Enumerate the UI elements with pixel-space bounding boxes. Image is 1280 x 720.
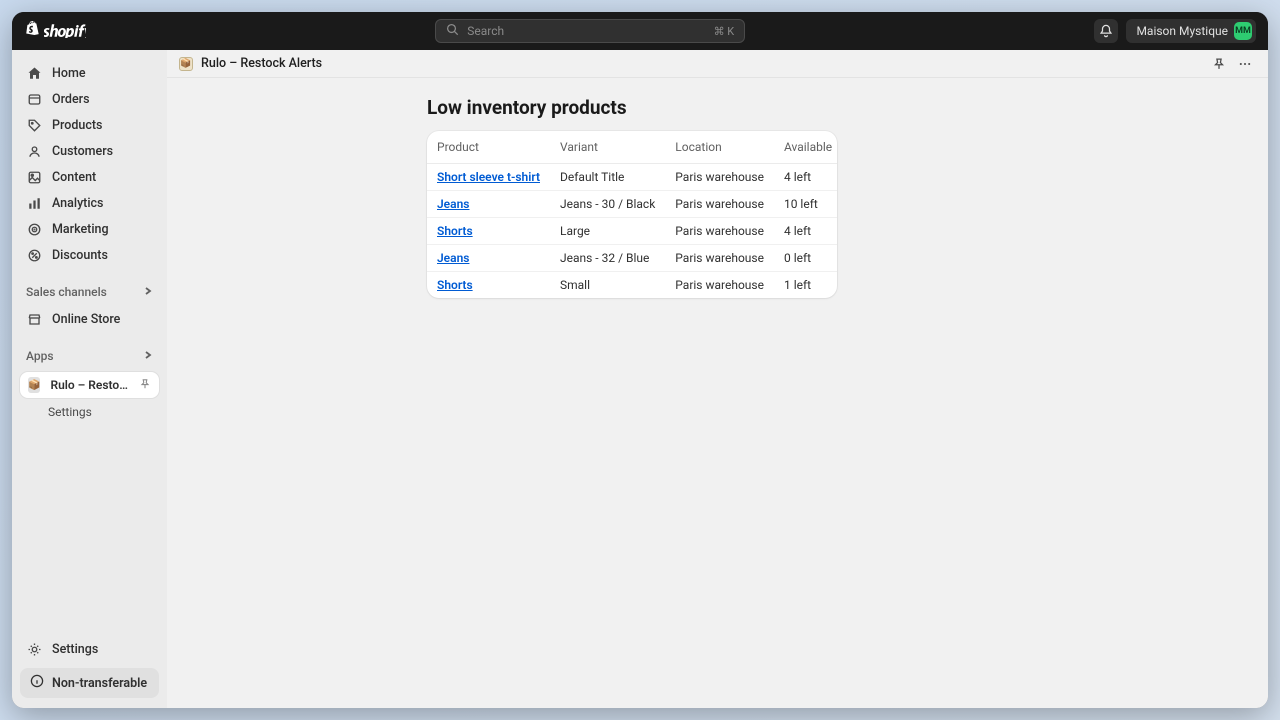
table-row: Short sleeve t-shirt Default TitleParis w…	[427, 164, 837, 191]
products-icon	[26, 117, 42, 133]
chevron-right-icon	[143, 349, 153, 363]
sales-channels-header[interactable]: Sales channels	[12, 278, 167, 306]
table-row: ShortsLargeParis warehouse4 left02/01/20…	[427, 218, 837, 245]
nav-label: Marketing	[52, 222, 109, 237]
nav-label: Orders	[52, 92, 90, 107]
app-icon: 📦	[179, 57, 193, 71]
customers-icon	[26, 143, 42, 159]
col-available: Available	[774, 131, 837, 164]
shopify-logo[interactable]	[24, 21, 86, 41]
product-link[interactable]: Shorts	[437, 224, 473, 238]
sidebar: Home Orders Products Customers Content A…	[12, 50, 167, 708]
more-button[interactable]	[1234, 53, 1256, 75]
content-icon	[26, 169, 42, 185]
info-icon	[30, 674, 44, 692]
nav-label: Analytics	[52, 196, 104, 211]
orders-icon	[26, 91, 42, 107]
table-row: Jeans Jeans - 30 / BlackParis warehouse10…	[427, 191, 837, 218]
store-name: Maison Mystique	[1136, 24, 1228, 38]
inventory-table: Product Variant Location Available Recor…	[427, 131, 837, 298]
nav-home[interactable]: Home	[12, 60, 167, 86]
nav-label: Home	[52, 66, 86, 81]
avatar: MM	[1234, 22, 1252, 40]
cell-available: 4 left	[774, 164, 837, 191]
analytics-icon	[26, 195, 42, 211]
col-location: Location	[665, 131, 774, 164]
cell-available: 10 left	[774, 191, 837, 218]
badge-label: Non-transferable	[52, 676, 147, 691]
table-row: Jeans Jeans - 32 / BlueParis warehouse0 l…	[427, 245, 837, 272]
cell-location: Paris warehouse	[665, 272, 774, 299]
nav-label: Products	[52, 118, 102, 133]
gear-icon	[26, 641, 42, 657]
page-title: Low inventory products	[427, 96, 837, 119]
pin-button[interactable]	[1208, 53, 1230, 75]
section-label: Apps	[26, 349, 54, 363]
app-label: Rulo – Restock Alerts	[50, 378, 129, 392]
nav-products[interactable]: Products	[12, 112, 167, 138]
app-title[interactable]: 📦 Rulo – Restock Alerts	[179, 56, 322, 71]
product-link[interactable]: Jeans	[437, 197, 469, 211]
nav-label: Content	[52, 170, 96, 185]
chevron-right-icon	[143, 285, 153, 299]
product-link[interactable]: Short sleeve t-shirt	[437, 170, 540, 184]
cell-location: Paris warehouse	[665, 191, 774, 218]
search-icon	[446, 23, 459, 39]
home-icon	[26, 65, 42, 81]
nav-discounts[interactable]: Discounts	[12, 242, 167, 268]
search-placeholder: Search	[467, 24, 504, 38]
nav-customers[interactable]: Customers	[12, 138, 167, 164]
table-row: ShortsSmallParis warehouse1 left02/01/20…	[427, 272, 837, 299]
notifications-button[interactable]	[1094, 19, 1118, 43]
product-link[interactable]: Jeans	[437, 251, 469, 265]
pin-icon[interactable]	[139, 378, 151, 393]
marketing-icon	[26, 221, 42, 237]
nav-label: Settings	[52, 642, 98, 657]
nav-settings[interactable]: Settings	[12, 636, 167, 662]
cell-location: Paris warehouse	[665, 245, 774, 272]
nav-label: Discounts	[52, 248, 108, 263]
col-product: Product	[427, 131, 550, 164]
app-content-topbar: 📦 Rulo – Restock Alerts	[167, 50, 1268, 78]
cell-variant: Small	[550, 272, 665, 299]
sidebar-app-rulo[interactable]: 📦 Rulo – Restock Alerts	[20, 372, 159, 398]
app-name: Rulo – Restock Alerts	[201, 56, 322, 71]
search-input[interactable]: Search ⌘ K	[435, 19, 745, 43]
cell-location: Paris warehouse	[665, 164, 774, 191]
discounts-icon	[26, 247, 42, 263]
app-icon: 📦	[28, 377, 40, 393]
app-sub-settings[interactable]: Settings	[12, 400, 167, 424]
nav-content[interactable]: Content	[12, 164, 167, 190]
store-switcher[interactable]: Maison Mystique MM	[1126, 19, 1256, 43]
nav-label: Customers	[52, 144, 113, 159]
search-shortcut: ⌘ K	[714, 25, 735, 38]
apps-header[interactable]: Apps	[12, 342, 167, 370]
col-variant: Variant	[550, 131, 665, 164]
sub-label: Settings	[48, 405, 92, 419]
nav-orders[interactable]: Orders	[12, 86, 167, 112]
topbar: Search ⌘ K Maison Mystique MM	[12, 12, 1268, 50]
nav-label: Online Store	[52, 312, 120, 327]
nav-online-store[interactable]: Online Store	[12, 306, 167, 332]
store-icon	[26, 311, 42, 327]
section-label: Sales channels	[26, 285, 107, 299]
cell-variant: Jeans - 32 / Blue	[550, 245, 665, 272]
product-link[interactable]: Shorts	[437, 278, 473, 292]
nav-marketing[interactable]: Marketing	[12, 216, 167, 242]
cell-available: 1 left	[774, 272, 837, 299]
cell-available: 4 left	[774, 218, 837, 245]
cell-variant: Default Title	[550, 164, 665, 191]
low-inventory-card: Product Variant Location Available Recor…	[427, 131, 837, 298]
cell-available: 0 left	[774, 245, 837, 272]
nav-analytics[interactable]: Analytics	[12, 190, 167, 216]
nontransferable-badge: Non-transferable	[20, 668, 159, 698]
cell-variant: Large	[550, 218, 665, 245]
cell-variant: Jeans - 30 / Black	[550, 191, 665, 218]
cell-location: Paris warehouse	[665, 218, 774, 245]
